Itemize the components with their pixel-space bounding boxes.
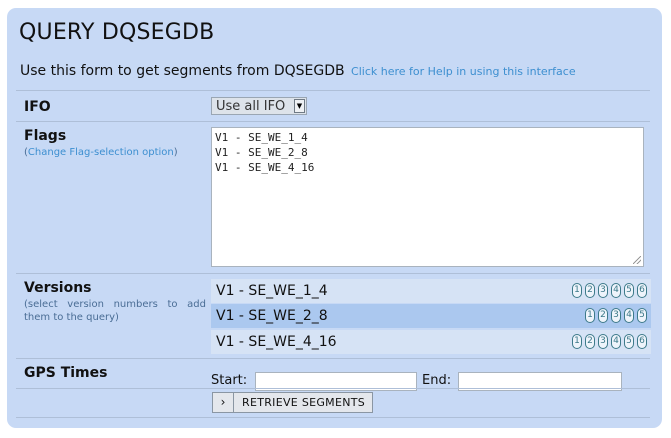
flag-line: V1 - SE_WE_2_8: [215, 146, 308, 159]
version-number-button[interactable]: 4: [611, 283, 621, 298]
chevron-right-icon: ›: [213, 393, 234, 412]
version-number-button[interactable]: 3: [611, 308, 621, 323]
version-row[interactable]: V1 - SE_WE_4_16 1 2 3 4 5 6: [211, 330, 651, 354]
divider: [16, 121, 650, 122]
version-number-button[interactable]: 1: [585, 308, 595, 323]
intro-label: Use this form to get segments from DQSEG…: [20, 63, 345, 79]
ifo-select-value: Use all IFO: [216, 99, 286, 114]
version-number-button[interactable]: 1: [572, 283, 582, 298]
version-number-button[interactable]: 5: [624, 334, 634, 349]
ifo-label: IFO: [24, 99, 51, 115]
versions-sub: (select version numbers to add them to t…: [24, 299, 206, 323]
flag-line: V1 - SE_WE_1_4: [215, 131, 308, 144]
version-number-button[interactable]: 2: [585, 334, 595, 349]
query-panel: QUERY DQSEGDB Use this form to get segme…: [7, 8, 662, 428]
help-link[interactable]: Click here for Help in using this interf…: [351, 65, 576, 78]
version-row-name: V1 - SE_WE_4_16: [216, 334, 337, 350]
retrieve-segments-label: RETRIEVE SEGMENTS: [242, 396, 366, 409]
divider: [16, 273, 650, 274]
version-number-button[interactable]: 2: [598, 308, 608, 323]
version-row-name: V1 - SE_WE_2_8: [216, 308, 328, 324]
divider: [16, 417, 650, 418]
chevron-down-icon: ▼: [294, 99, 305, 113]
retrieve-segments-button[interactable]: › RETRIEVE SEGMENTS: [212, 392, 373, 413]
version-number-button[interactable]: 3: [598, 283, 608, 298]
version-number-button[interactable]: 5: [624, 283, 634, 298]
resize-grip-icon[interactable]: [633, 256, 641, 264]
flags-sub: (Change Flag-selection option): [24, 146, 178, 159]
paren-close: ): [173, 147, 178, 158]
version-number-button[interactable]: 1: [572, 334, 582, 349]
version-row[interactable]: V1 - SE_WE_2_8 1 2 3 4 5: [211, 304, 651, 328]
version-number-list: 1 2 3 4 5 6: [572, 334, 647, 349]
version-number-button[interactable]: 2: [585, 283, 595, 298]
version-row[interactable]: V1 - SE_WE_1_4 1 2 3 4 5 6: [211, 279, 651, 303]
page-title: QUERY DQSEGDB: [19, 20, 215, 45]
version-number-button[interactable]: 4: [624, 308, 634, 323]
version-number-button[interactable]: 6: [637, 283, 647, 298]
start-label: Start:: [211, 373, 248, 388]
divider: [16, 90, 650, 91]
version-number-button[interactable]: 6: [637, 334, 647, 349]
ifo-select[interactable]: Use all IFO ▼: [211, 97, 307, 115]
flag-line: V1 - SE_WE_4_16: [215, 161, 315, 174]
intro-text: Use this form to get segments from DQSEG…: [20, 63, 576, 79]
gps-label: GPS Times: [24, 365, 108, 381]
version-number-button[interactable]: 3: [598, 334, 608, 349]
divider: [16, 358, 650, 359]
flags-textarea[interactable]: V1 - SE_WE_1_4 V1 - SE_WE_2_8 V1 - SE_WE…: [211, 127, 644, 267]
version-row-name: V1 - SE_WE_1_4: [216, 283, 328, 299]
divider: [16, 388, 650, 389]
versions-label: Versions: [24, 280, 92, 296]
flags-label: Flags: [24, 128, 67, 144]
version-number-list: 1 2 3 4 5 6: [572, 283, 647, 298]
change-flag-option-link[interactable]: Change Flag-selection option: [28, 147, 174, 158]
version-number-button[interactable]: 5: [637, 308, 647, 323]
end-label: End:: [422, 373, 452, 388]
version-number-button[interactable]: 4: [611, 334, 621, 349]
version-number-list: 1 2 3 4 5: [585, 308, 647, 323]
